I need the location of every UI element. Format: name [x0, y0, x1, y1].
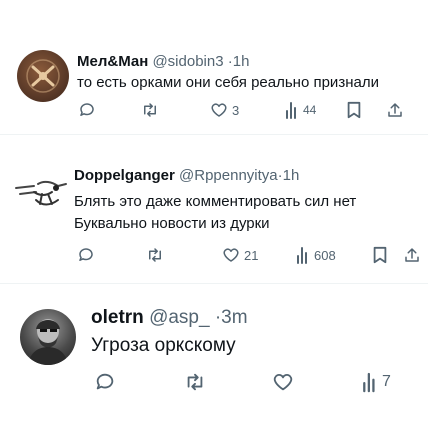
avatar-image: [15, 180, 67, 206]
display-name[interactable]: Doppelganger: [74, 167, 175, 184]
like-button[interactable]: [272, 371, 298, 393]
views-button[interactable]: 608: [296, 246, 336, 264]
views-icon: [363, 372, 375, 393]
tweet-3[interactable]: oletrn @asp_ ·3m Угроза оркскому 7: [0, 283, 428, 428]
retweet-icon: [187, 373, 203, 391]
avatar[interactable]: [12, 174, 70, 214]
share-button[interactable]: [403, 246, 421, 264]
like-button[interactable]: 3: [210, 101, 239, 119]
tweet-text: то есть орками они себя реально признали: [77, 74, 379, 91]
view-count: 7: [382, 373, 391, 390]
timestamp[interactable]: 3m: [221, 307, 247, 328]
views-icon: [286, 102, 296, 119]
bookmark-icon: [373, 246, 387, 264]
tweet-1[interactable]: Мел&Ман @sidobin3 ·1h то есть орками они…: [0, 0, 428, 128]
bookmark-button[interactable]: [346, 101, 362, 119]
like-icon: [273, 374, 293, 391]
tweet-text-line: то есть орками они себя реально признали: [77, 74, 379, 91]
display-name[interactable]: oletrn: [91, 307, 144, 328]
reply-icon: [79, 248, 93, 261]
retweet-button[interactable]: [184, 371, 210, 393]
views-button[interactable]: 7: [362, 371, 391, 393]
tweet-2[interactable]: Doppelganger @Rppennyitya·1h Блять это д…: [0, 134, 428, 277]
retweet-icon: [149, 248, 161, 262]
tweet-text: Угроза оркскому: [91, 335, 236, 357]
retweet-button[interactable]: [146, 246, 168, 264]
views-button[interactable]: 44: [285, 101, 316, 119]
user-handle[interactable]: @asp_: [149, 307, 210, 328]
like-count: 3: [232, 102, 240, 118]
tweet-text-line: Буквально новости из дурки: [74, 215, 270, 232]
reply-button[interactable]: [78, 101, 100, 119]
bookmark-button[interactable]: [372, 246, 388, 264]
view-count: 608: [314, 247, 336, 263]
user-handle[interactable]: @Rppennyitya: [179, 167, 278, 184]
tweet-text: Блять это даже комментировать сил нет Бу…: [74, 191, 356, 235]
timestamp[interactable]: 1h: [283, 167, 300, 184]
tweet-header: Doppelganger @Rppennyitya·1h: [74, 167, 299, 184]
view-count: 44: [303, 103, 317, 117]
user-handle[interactable]: @sidobin3: [152, 53, 223, 70]
bookmark-icon: [347, 101, 361, 119]
retweet-icon: [144, 103, 156, 117]
avatar[interactable]: [20, 309, 76, 365]
tweet-text-line: Угроза оркскому: [91, 335, 236, 356]
like-count: 21: [244, 247, 259, 263]
tweet-header: oletrn @asp_ ·3m: [91, 307, 248, 329]
like-icon: [223, 248, 239, 262]
reply-button[interactable]: [77, 246, 99, 264]
reply-button[interactable]: [94, 371, 120, 393]
display-name[interactable]: Мел&Ман: [77, 53, 148, 70]
share-button[interactable]: [386, 101, 404, 119]
reply-icon: [96, 373, 114, 390]
reply-icon: [80, 103, 94, 116]
like-icon: [211, 103, 227, 117]
tweet-header: Мел&Ман @sidobin3 ·1h: [77, 53, 249, 70]
share-icon: [405, 248, 419, 262]
avatar-image: [28, 319, 68, 365]
like-button[interactable]: 21: [222, 246, 258, 264]
share-icon: [388, 103, 402, 117]
retweet-button[interactable]: [141, 101, 163, 119]
avatar-image: [26, 59, 60, 93]
avatar[interactable]: [17, 50, 69, 102]
timestamp[interactable]: 1h: [233, 53, 250, 70]
views-icon: [297, 247, 307, 264]
tweet-text-line: Блять это даже комментировать сил нет: [74, 193, 357, 210]
